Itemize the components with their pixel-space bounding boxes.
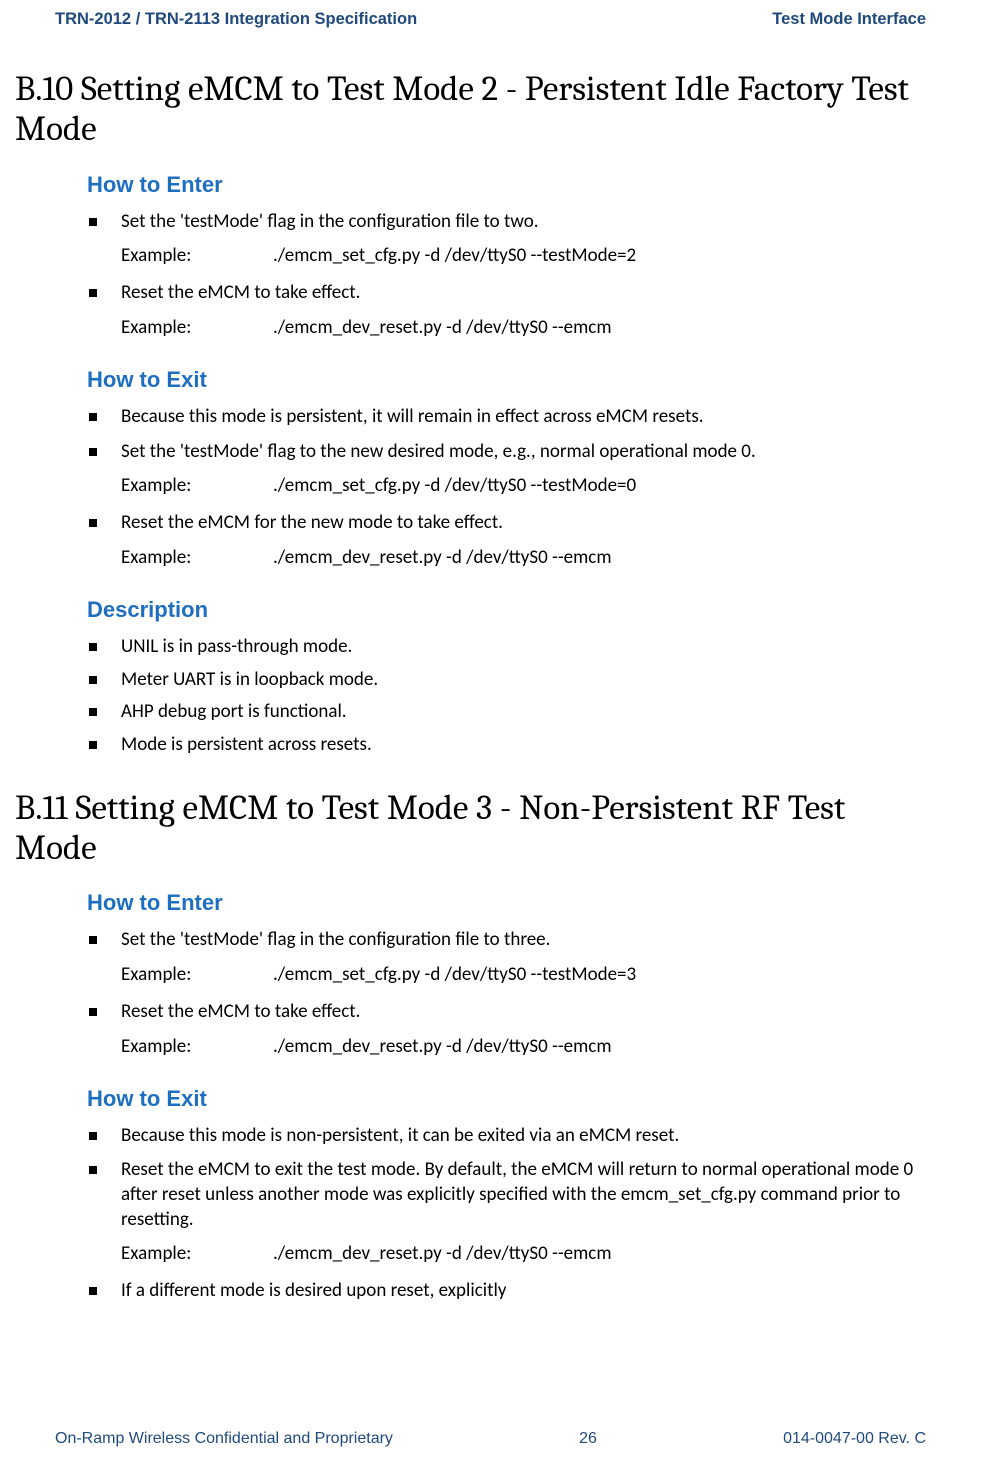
example-command: ./emcm_dev_reset.py -d /dev/ttyS0 --emcm (273, 546, 612, 569)
example-label: Example: (121, 546, 273, 569)
example-row: Example: ./emcm_dev_reset.py -d /dev/tty… (87, 316, 926, 339)
example-command: ./emcm_dev_reset.py -d /dev/ttyS0 --emcm (273, 316, 612, 339)
b11-enter-block: How to Enter Set the 'testMode' flag in … (87, 890, 926, 1057)
bullet-item: Set the 'testMode' flag in the configura… (87, 210, 926, 235)
bullet-item: Set the 'testMode' flag to the new desir… (87, 440, 926, 465)
footer-page-number: 26 (579, 1430, 597, 1448)
header-right: Test Mode Interface (772, 10, 926, 29)
page-header: TRN-2012 / TRN-2113 Integration Specific… (55, 10, 926, 31)
bullet-item: Because this mode is non-persistent, it … (87, 1124, 926, 1149)
bullet-item: Meter UART is in loopback mode. (87, 668, 926, 693)
bullet-item: UNIL is in pass-through mode. (87, 635, 926, 660)
b10-exit-block: How to Exit Because this mode is persist… (87, 367, 926, 569)
b10-enter-heading: How to Enter (87, 172, 926, 198)
footer-left: On-Ramp Wireless Confidential and Propri… (55, 1430, 393, 1448)
b10-desc-block: Description UNIL is in pass-through mode… (87, 597, 926, 758)
b10-enter-block: How to Enter Set the 'testMode' flag in … (87, 172, 926, 339)
example-row: Example: ./emcm_dev_reset.py -d /dev/tty… (87, 1242, 926, 1265)
bullet-item: Mode is persistent across resets. (87, 733, 926, 758)
example-row: Example: ./emcm_dev_reset.py -d /dev/tty… (87, 546, 926, 569)
b11-enter-heading: How to Enter (87, 890, 926, 916)
section-b11-title: B.11 Setting eMCM to Test Mode 3 - Non-P… (15, 788, 926, 869)
example-row: Example: ./emcm_set_cfg.py -d /dev/ttyS0… (87, 244, 926, 267)
bullet-item: Reset the eMCM to exit the test mode. By… (87, 1158, 926, 1232)
example-command: ./emcm_dev_reset.py -d /dev/ttyS0 --emcm (273, 1035, 612, 1058)
example-label: Example: (121, 1242, 273, 1265)
bullet-item: If a different mode is desired upon rese… (87, 1279, 926, 1304)
example-label: Example: (121, 1035, 273, 1058)
example-label: Example: (121, 963, 273, 986)
b11-exit-heading: How to Exit (87, 1086, 926, 1112)
header-left: TRN-2012 / TRN-2113 Integration Specific… (55, 10, 417, 29)
page-footer: On-Ramp Wireless Confidential and Propri… (55, 1430, 926, 1448)
footer-right: 014-0047-00 Rev. C (783, 1430, 926, 1448)
bullet-item: Reset the eMCM for the new mode to take … (87, 511, 926, 536)
example-row: Example: ./emcm_set_cfg.py -d /dev/ttyS0… (87, 963, 926, 986)
example-label: Example: (121, 244, 273, 267)
bullet-item: Because this mode is persistent, it will… (87, 405, 926, 430)
example-row: Example: ./emcm_set_cfg.py -d /dev/ttyS0… (87, 474, 926, 497)
example-command: ./emcm_set_cfg.py -d /dev/ttyS0 --testMo… (273, 474, 636, 497)
b10-exit-heading: How to Exit (87, 367, 926, 393)
b10-desc-heading: Description (87, 597, 926, 623)
example-command: ./emcm_set_cfg.py -d /dev/ttyS0 --testMo… (273, 963, 636, 986)
example-command: ./emcm_set_cfg.py -d /dev/ttyS0 --testMo… (273, 244, 636, 267)
bullet-item: Reset the eMCM to take effect. (87, 281, 926, 306)
bullet-item: AHP debug port is functional. (87, 700, 926, 725)
bullet-item: Reset the eMCM to take effect. (87, 1000, 926, 1025)
example-row: Example: ./emcm_dev_reset.py -d /dev/tty… (87, 1035, 926, 1058)
bullet-item: Set the 'testMode' flag in the configura… (87, 928, 926, 953)
b11-exit-block: How to Exit Because this mode is non-per… (87, 1086, 926, 1304)
example-label: Example: (121, 316, 273, 339)
example-label: Example: (121, 474, 273, 497)
example-command: ./emcm_dev_reset.py -d /dev/ttyS0 --emcm (273, 1242, 612, 1265)
section-b10-title: B.10 Setting eMCM to Test Mode 2 - Persi… (15, 69, 926, 150)
